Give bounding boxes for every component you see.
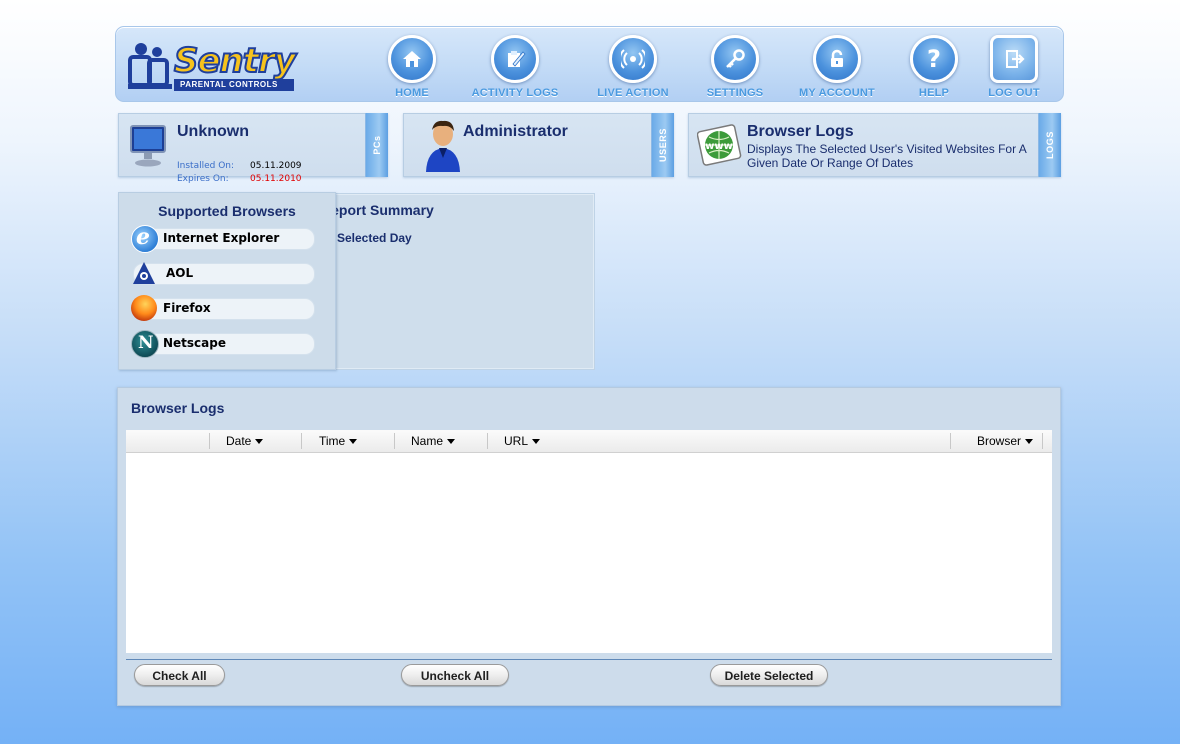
nav-help[interactable]: ? HELP — [889, 31, 979, 99]
nav-settings-label: SETTINGS — [706, 87, 764, 99]
pcs-tab-label: PCs — [372, 135, 382, 155]
browser-label-netscape: Netscape — [163, 336, 226, 350]
browser-label-aol: AOL — [166, 266, 194, 280]
logs-tab-label: LOGS — [1045, 131, 1055, 159]
nav-live-action-label: LIVE ACTION — [597, 87, 669, 99]
nav-log-out-label: LOG OUT — [988, 87, 1040, 99]
browser-logs-section-title: Browser Logs — [131, 400, 225, 416]
sort-arrow-icon — [255, 439, 264, 444]
user-avatar-icon — [424, 120, 462, 176]
expires-on-value: 05.11.2010 — [250, 174, 302, 184]
supported-browsers-title: Supported Browsers — [158, 203, 296, 219]
sort-arrow-icon — [1025, 439, 1034, 444]
browser-item-firefox — [133, 298, 315, 320]
logo-subtitle: PARENTAL CONTROLS — [180, 80, 278, 89]
users-tab[interactable]: USERS — [651, 113, 674, 177]
sort-arrow-icon — [447, 439, 456, 444]
column-date[interactable]: Date — [226, 430, 264, 452]
internet-explorer-icon: e — [131, 224, 159, 253]
selected-day-label: Selected Day — [337, 231, 412, 245]
installed-on-label: Installed On: — [177, 161, 235, 171]
nav-home[interactable]: HOME — [367, 31, 457, 99]
clipboard-pencil-icon — [491, 35, 539, 83]
logs-footer-divider — [126, 659, 1052, 660]
delete-selected-button[interactable]: Delete Selected — [710, 664, 828, 686]
top-header-bar: Sentry PARENTAL CONTROLS HOME ACTIVITY L… — [115, 26, 1064, 102]
check-all-button[interactable]: Check All — [134, 664, 225, 686]
browser-logs-description-line2: Given Date Or Range Of Dates — [747, 156, 914, 170]
firefox-icon — [131, 295, 157, 321]
pc-name: Unknown — [177, 123, 249, 140]
column-time[interactable]: Time — [319, 430, 358, 452]
key-icon — [711, 35, 759, 83]
www-globe-icon: www — [696, 122, 743, 172]
logs-table-body[interactable] — [126, 453, 1052, 653]
nav-home-label: HOME — [395, 87, 429, 99]
nav-live-action[interactable]: LIVE ACTION — [588, 31, 678, 99]
sentry-logo[interactable]: Sentry PARENTAL CONTROLS — [124, 35, 304, 95]
nav-my-account-label: MY ACCOUNT — [799, 87, 875, 99]
supported-browsers-box: Supported Browsers e Internet Explorer A… — [118, 192, 336, 370]
browser-item-aol — [133, 263, 315, 285]
browser-logs-panel: www Browser Logs Displays The Selected U… — [688, 113, 1061, 177]
nav-log-out[interactable]: LOG OUT — [969, 31, 1059, 99]
browser-label-firefox: Firefox — [163, 301, 211, 315]
browser-logs-title: Browser Logs — [747, 123, 854, 140]
report-summary-title: Report Summary — [321, 202, 434, 218]
pc-panel: Unknown Installed On: 05.11.2009 Expires… — [118, 113, 388, 184]
nav-help-label: HELP — [918, 87, 950, 99]
svg-text:www: www — [705, 141, 733, 152]
column-browser[interactable]: Browser — [977, 430, 1034, 452]
logout-icon — [990, 35, 1038, 83]
logs-tab[interactable]: LOGS — [1038, 113, 1061, 177]
logo-wordmark: Sentry — [173, 40, 297, 82]
uncheck-all-button[interactable]: Uncheck All — [401, 664, 509, 686]
sort-arrow-icon — [349, 439, 358, 444]
question-icon: ? — [910, 35, 958, 83]
nav-my-account[interactable]: MY ACCOUNT — [792, 31, 882, 99]
monitor-icon — [129, 124, 167, 172]
netscape-icon: N — [131, 330, 159, 358]
installed-on-value: 05.11.2009 — [250, 161, 302, 171]
nav-settings[interactable]: SETTINGS — [690, 31, 780, 99]
browser-logs-section: Browser Logs Date Time Name URL Browser … — [117, 387, 1061, 706]
column-name[interactable]: Name — [411, 430, 456, 452]
expires-on-label: Expires On: — [177, 174, 229, 184]
nav-activity-logs[interactable]: ACTIVITY LOGS — [470, 31, 560, 99]
logs-table-header: Date Time Name URL Browser — [126, 430, 1052, 453]
padlock-icon — [813, 35, 861, 83]
column-url[interactable]: URL — [504, 430, 541, 452]
signal-icon — [609, 35, 657, 83]
home-icon — [388, 35, 436, 83]
users-tab-label: USERS — [658, 127, 668, 163]
user-panel: Administrator USERS — [403, 113, 674, 177]
nav-activity-logs-label: ACTIVITY LOGS — [471, 87, 559, 99]
browser-label-internet-explorer: Internet Explorer — [163, 231, 280, 245]
pcs-tab[interactable]: PCs — [365, 113, 388, 177]
user-name: Administrator — [463, 123, 568, 140]
browser-logs-description-line1: Displays The Selected User's Visited Web… — [747, 142, 1027, 156]
report-summary-box: Report Summary Selected Day — [321, 193, 595, 370]
sort-arrow-icon — [532, 439, 541, 444]
aol-icon — [131, 260, 157, 286]
